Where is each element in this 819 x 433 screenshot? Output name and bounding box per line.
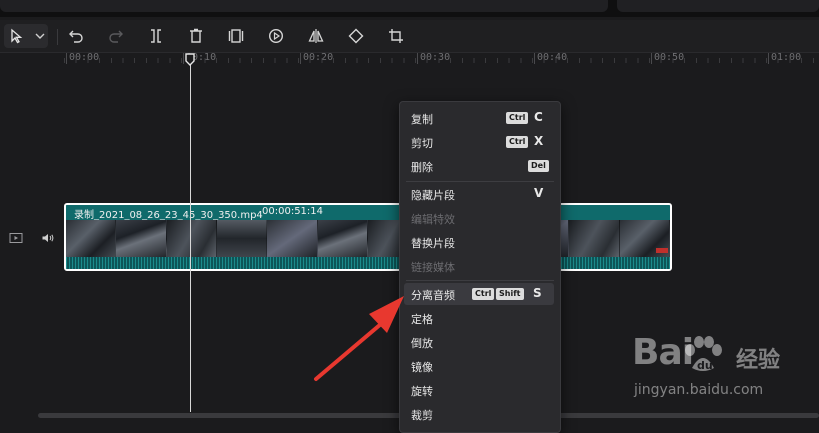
menu-item-label: 定格 (411, 313, 433, 326)
delete-button[interactable] (184, 24, 208, 48)
video-track-icon[interactable] (9, 232, 23, 244)
redo-icon (109, 30, 123, 43)
redo-button[interactable] (104, 24, 128, 48)
crop-icon (389, 29, 403, 43)
clip-file-name: 录制_2021_08_26_23_45_30_350.mp4 (74, 210, 263, 221)
menu-divider (406, 280, 554, 281)
menu-item-cut[interactable]: 剪切 Ctrl X (400, 131, 560, 153)
clip-thumbnail (66, 220, 117, 257)
menu-item-reverse[interactable]: 倒放 (400, 331, 560, 353)
playhead-line[interactable] (190, 60, 191, 412)
baidu-paw-icon: du (685, 336, 722, 372)
menu-item-label: 裁剪 (411, 409, 433, 422)
rotate-button[interactable] (344, 24, 368, 48)
clip-context-menu: 复制 Ctrl C 剪切 Ctrl X 删除 Del 隐藏片段 V 编辑特效 替… (399, 101, 561, 433)
reverse-button[interactable] (264, 24, 288, 48)
clip-thumbnail (267, 220, 318, 257)
delete-icon (190, 28, 202, 43)
menu-item-label: 倒放 (411, 337, 433, 350)
clip-thumbnail (216, 220, 268, 257)
baidu-jingyan-watermark: Bai du 经验 jingyan.baidu.com (632, 332, 817, 412)
clip-thumbnail (166, 220, 217, 257)
menu-item-label: 复制 (411, 113, 433, 126)
audio-speaker-icon[interactable] (41, 232, 55, 244)
menu-item-rotate[interactable]: 旋转 (400, 379, 560, 401)
menu-item-label: 链接媒体 (411, 261, 455, 274)
video-clip[interactable]: 录制_2021_08_26_23_45_30_350.mp4 00:00:51:… (64, 203, 672, 271)
shortcut-modifier: Ctrl (506, 136, 529, 148)
shortcut-key: X (534, 134, 544, 148)
menu-item-detach-audio[interactable]: 分离音频 Ctrl Shift S (404, 283, 554, 305)
menu-item-copy[interactable]: 复制 Ctrl C (400, 107, 560, 129)
shortcut-key: V (534, 186, 544, 200)
menu-item-label: 剪切 (411, 137, 433, 150)
freeze-icon (228, 29, 244, 43)
cursor-select-icon (11, 28, 23, 44)
undo-icon (69, 30, 83, 43)
shortcut-modifier: Ctrl (472, 288, 495, 300)
crop-button[interactable] (384, 24, 408, 48)
shortcut-key: S (533, 286, 542, 300)
menu-item-label: 隐藏片段 (411, 189, 455, 202)
split-button[interactable] (144, 24, 168, 48)
shortcut-modifier: Shift (496, 288, 524, 300)
menu-item-label: 镜像 (411, 361, 433, 374)
shortcut-modifier: Ctrl (506, 112, 529, 124)
playhead-handle-icon[interactable] (185, 53, 195, 66)
menu-item-label: 分离音频 (411, 289, 455, 302)
ruler-minor-ticks (64, 58, 819, 63)
menu-item-edit-effects: 编辑特效 (400, 207, 560, 229)
menu-divider (406, 181, 554, 182)
shortcut-modifier: Del (528, 160, 549, 172)
menu-item-label: 替换片段 (411, 237, 455, 250)
svg-text:du: du (697, 359, 713, 372)
watermark-url: jingyan.baidu.com (634, 382, 764, 398)
clip-thumbnails (66, 220, 670, 257)
split-icon (151, 29, 161, 43)
menu-item-mirror[interactable]: 镜像 (400, 355, 560, 377)
mirror-icon (308, 29, 324, 43)
play-reverse-icon (268, 28, 284, 44)
audio-waveform (66, 257, 670, 269)
top-panel-left (0, 0, 608, 12)
rotate-icon (348, 28, 364, 44)
toolbar-separator (57, 29, 58, 45)
menu-item-delete[interactable]: 删除 Del (400, 155, 560, 177)
menu-item-label: 删除 (411, 161, 433, 174)
menu-item-label: 编辑特效 (411, 213, 455, 226)
menu-item-freeze-frame[interactable]: 定格 (400, 307, 560, 329)
chevron-down-icon[interactable] (32, 28, 48, 44)
timeline-toolbar (0, 20, 819, 53)
watermark-brand-cn: 经验 (736, 348, 781, 373)
menu-item-replace-clip[interactable]: 替换片段 (400, 231, 560, 253)
menu-item-label: 旋转 (411, 385, 433, 398)
clip-thumbnail (569, 220, 620, 257)
shortcut-key: C (534, 110, 543, 124)
clip-thumbnail (116, 220, 167, 257)
undo-button[interactable] (64, 24, 88, 48)
clip-header: 录制_2021_08_26_23_45_30_350.mp4 00:00:51:… (66, 205, 670, 221)
menu-item-link-media: 链接媒体 (400, 255, 560, 277)
menu-item-crop[interactable]: 裁剪 (400, 403, 560, 425)
mirror-button[interactable] (304, 24, 328, 48)
clip-duration: 00:00:51:14 (262, 206, 324, 217)
top-panel-right (617, 0, 819, 12)
select-tool-button[interactable] (4, 24, 48, 48)
thumbnail-red-mark (656, 248, 668, 253)
menu-item-hide-clip[interactable]: 隐藏片段 V (400, 183, 560, 205)
clip-thumbnail (317, 220, 368, 257)
freeze-button[interactable] (224, 24, 248, 48)
